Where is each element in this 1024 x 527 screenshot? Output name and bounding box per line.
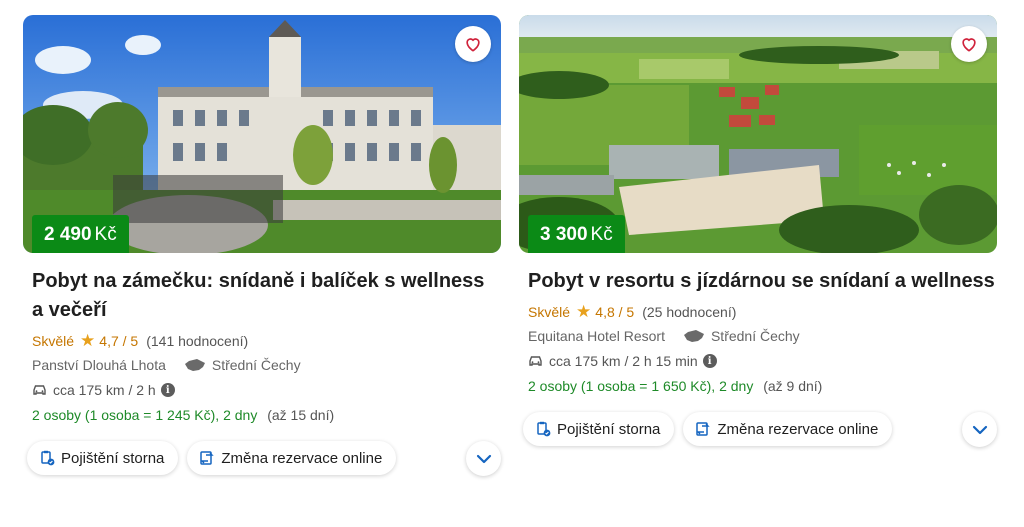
availability-text: (až 9 dní) <box>763 378 823 394</box>
distance-text: cca 175 km / 2 h 15 min <box>549 353 698 369</box>
rating-value: 4,8 / 5 <box>595 303 635 320</box>
location-row: Panství Dlouhá Lhota Střední Čechy <box>23 357 501 373</box>
offer-photo[interactable]: 2 490 Kč <box>23 15 501 253</box>
persons-row: 2 osoby (1 osoba = 1 650 Kč), 2 dny (až … <box>519 378 997 394</box>
change-icon <box>696 422 711 436</box>
chevron-down-icon <box>972 425 987 434</box>
hotel-name: Panství Dlouhá Lhota <box>32 357 166 373</box>
price-currency: Kč <box>590 224 613 245</box>
change-icon <box>200 451 215 465</box>
distance-text: cca 175 km / 2 h <box>53 382 156 398</box>
insurance-icon <box>537 421 551 437</box>
change-booking-chip[interactable]: Změna rezervace online <box>187 441 397 475</box>
location-row: Equitana Hotel Resort Střední Čechy <box>519 328 997 344</box>
car-icon <box>529 356 542 366</box>
distance-row: cca 175 km / 2 h 15 min i <box>519 353 997 369</box>
favorite-button[interactable] <box>455 26 491 62</box>
czech-map-icon <box>184 359 205 371</box>
persons-row: 2 osoby (1 osoba = 1 245 Kč), 2 dny (až … <box>23 407 501 423</box>
feature-chips: Pojištění storna Změna rezervace online <box>519 412 997 447</box>
price-badge: 3 300 Kč <box>528 215 625 253</box>
heart-icon <box>962 38 976 52</box>
star-icon: ★ <box>576 302 592 321</box>
expand-button[interactable] <box>466 441 501 476</box>
insurance-label: Pojištění storna <box>61 449 165 467</box>
offer-photo[interactable]: 3 300 Kč <box>519 15 997 253</box>
rating-count: (141 hodnocení) <box>146 332 249 349</box>
insurance-label: Pojištění storna <box>557 420 661 438</box>
price-currency: Kč <box>94 224 117 245</box>
favorite-button[interactable] <box>951 26 987 62</box>
price-value: 2 490 <box>44 224 92 245</box>
insurance-icon <box>41 450 55 466</box>
star-icon: ★ <box>80 331 96 350</box>
car-icon <box>33 385 46 395</box>
rating-row: Skvělé ★ 4,7 / 5 (141 hodnocení) <box>23 332 501 349</box>
change-booking-label: Změna rezervace online <box>717 420 879 438</box>
rating-word: Skvělé <box>528 303 571 320</box>
persons-text: 2 osoby (1 osoba = 1 650 Kč), 2 dny <box>528 378 754 394</box>
insurance-chip[interactable]: Pojištění storna <box>27 441 179 475</box>
price-badge: 2 490 Kč <box>32 215 129 253</box>
heart-icon <box>466 38 480 52</box>
offer-card[interactable]: 2 490 Kč Pobyt na zámečku: snídaně i bal… <box>23 15 501 476</box>
availability-text: (až 15 dní) <box>267 407 335 423</box>
offer-title[interactable]: Pobyt v resortu s jízdárnou se snídaní a… <box>519 267 997 296</box>
czech-map-icon <box>683 330 704 342</box>
info-icon[interactable]: i <box>702 354 717 368</box>
rating-row: Skvělé ★ 4,8 / 5 (25 hodnocení) <box>519 303 997 320</box>
expand-button[interactable] <box>962 412 997 447</box>
region-name: Střední Čechy <box>710 328 800 344</box>
info-icon[interactable]: i <box>160 383 175 397</box>
rating-word: Skvělé <box>32 332 75 349</box>
region-name: Střední Čechy <box>211 357 301 373</box>
hotel-name: Equitana Hotel Resort <box>528 328 665 344</box>
chevron-down-icon <box>476 454 491 463</box>
rating-count: (25 hodnocení) <box>642 303 737 320</box>
offer-title[interactable]: Pobyt na zámečku: snídaně i balíček s we… <box>23 267 501 325</box>
offer-card[interactable]: 3 300 Kč Pobyt v resortu s jízdárnou se … <box>519 15 997 447</box>
change-booking-label: Změna rezervace online <box>221 449 383 467</box>
rating-value: 4,7 / 5 <box>99 332 139 349</box>
persons-text: 2 osoby (1 osoba = 1 245 Kč), 2 dny <box>32 407 258 423</box>
feature-chips: Pojištění storna Změna rezervace online <box>23 441 501 476</box>
insurance-chip[interactable]: Pojištění storna <box>523 412 675 446</box>
change-booking-chip[interactable]: Změna rezervace online <box>683 412 893 446</box>
distance-row: cca 175 km / 2 h i <box>23 382 501 398</box>
price-value: 3 300 <box>540 224 588 245</box>
